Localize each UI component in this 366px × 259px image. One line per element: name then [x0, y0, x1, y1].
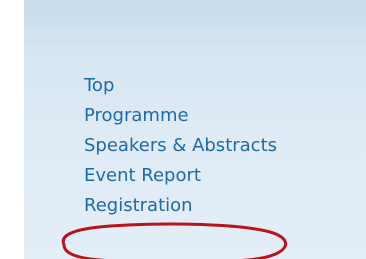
nav-item-programme: Programme [84, 101, 277, 131]
screenshot-frame: Top Programme Speakers & Abstracts Event… [0, 0, 366, 259]
nav-item-top: Top [84, 71, 277, 101]
nav-item-event-report: Event Report [84, 161, 277, 191]
nav-item-registration: Registration [84, 191, 277, 221]
sidebar-nav: Top Programme Speakers & Abstracts Event… [84, 71, 277, 221]
nav-link-top[interactable]: Top [84, 71, 277, 101]
nav-link-speakers-abstracts[interactable]: Speakers & Abstracts [84, 131, 277, 161]
nav-item-speakers-abstracts: Speakers & Abstracts [84, 131, 277, 161]
nav-link-programme[interactable]: Programme [84, 101, 277, 131]
nav-link-registration[interactable]: Registration [84, 191, 277, 221]
nav-link-event-report[interactable]: Event Report [84, 161, 277, 191]
